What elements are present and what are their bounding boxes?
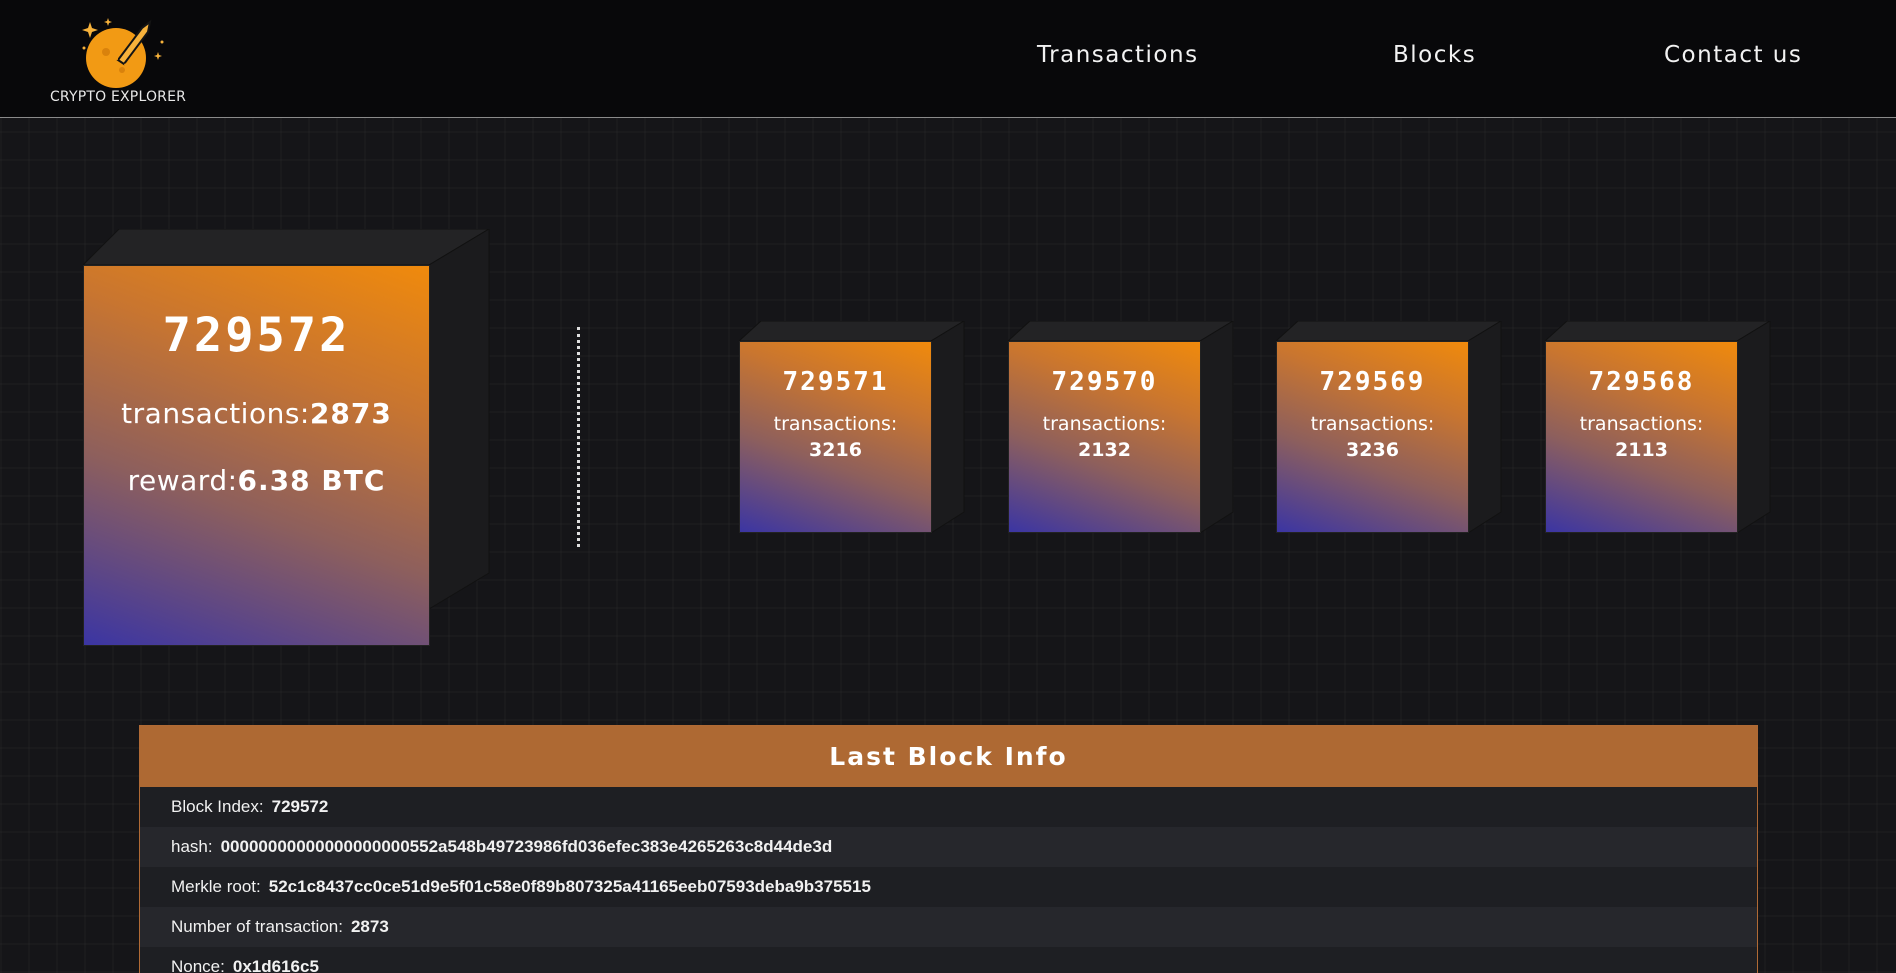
last-block-info-title: Last Block Info: [140, 726, 1757, 787]
info-row-hash: hash: 00000000000000000000552a548b4972398…: [140, 827, 1757, 867]
block-index: 729570: [1051, 367, 1158, 397]
block-transactions: transactions: 3236: [1310, 413, 1435, 461]
chain-divider: [577, 327, 580, 547]
latest-block-index: 729572: [162, 308, 351, 363]
block-index: 729569: [1319, 367, 1426, 397]
block-front: 729571 transactions: 3216: [739, 341, 932, 533]
info-row-block-index: Block Index: 729572: [140, 787, 1757, 827]
info-value: 52c1c8437cc0ce51d9e5f01c58e0f89b807325a4…: [268, 877, 871, 896]
info-label: Merkle root:: [171, 877, 261, 896]
block-front: 729569 transactions: 3236: [1276, 341, 1469, 533]
info-value: 0x1d616c5: [232, 957, 319, 973]
info-value: 2873: [350, 917, 389, 936]
info-value: 00000000000000000000552a548b49723986fd03…: [220, 837, 833, 856]
info-label: hash:: [171, 837, 213, 856]
block-index: 729568: [1588, 367, 1695, 397]
block-front: 729568 transactions: 2113: [1545, 341, 1738, 533]
nav-contact-us[interactable]: Contact us: [1664, 42, 1802, 68]
top-navbar: CRYPTO EXPLORER Transactions Blocks Cont…: [0, 0, 1896, 118]
last-block-info-rows: Block Index: 729572 hash: 0000000000000000…: [140, 787, 1757, 973]
latest-block-transactions: transactions:2873: [121, 397, 392, 430]
latest-block-reward: reward:6.38 BTC: [127, 464, 386, 497]
block-transactions: transactions: 3216: [773, 413, 898, 461]
info-row-merkle-root: Merkle root: 52c1c8437cc0ce51d9e5f01c58e0…: [140, 867, 1757, 907]
latest-block-front: 729572 transactions:2873 reward:6.38 BTC: [83, 265, 430, 646]
info-row-nonce: Nonce: 0x1d616c5: [140, 947, 1757, 973]
logo[interactable]: CRYPTO EXPLORER: [38, 12, 203, 107]
block-transactions: transactions: 2132: [1042, 413, 1167, 461]
block-index: 729571: [782, 367, 889, 397]
last-block-info-panel: Last Block Info Block Index: 729572 hash:…: [139, 725, 1758, 973]
info-label: Block Index:: [171, 797, 264, 816]
nav-blocks[interactable]: Blocks: [1393, 42, 1476, 68]
nav-transactions[interactable]: Transactions: [1037, 42, 1199, 68]
info-label: Number of transaction:: [171, 917, 343, 936]
block-transactions: transactions: 2113: [1579, 413, 1704, 461]
rocket-moon-icon: [82, 18, 164, 88]
info-label: Nonce:: [171, 957, 225, 973]
block-front: 729570 transactions: 2132: [1008, 341, 1201, 533]
info-row-number-of-transaction: Number of transaction: 2873: [140, 907, 1757, 947]
info-value: 729572: [271, 797, 329, 816]
logo-text: CRYPTO EXPLORER: [49, 89, 187, 105]
